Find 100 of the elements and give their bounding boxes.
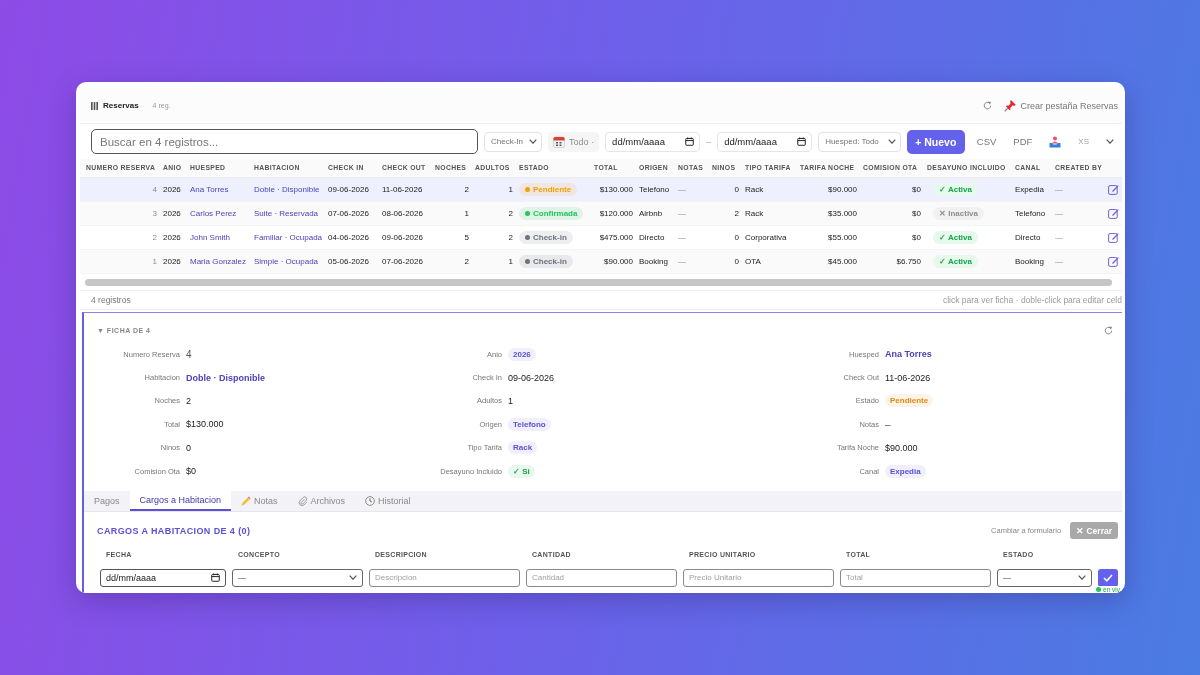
input-field[interactable]: Precio Unitario [683,568,834,587]
table-link[interactable]: Suite · Reservada [254,208,319,218]
table-row[interactable]: 2 2026 John Smith Familiar · Ocupada 04-06-2026 09-06-2026 5 2 Check-in $475.000 Directo — 0 Corporativa $55.000 $0 ✓ Activa Directo — [80,225,1122,249]
table-cell: — [675,177,709,201]
field-value: 2026 [508,347,536,361]
table-cell: 2026 [160,249,187,273]
hint-text: click para ver ficha · doble-click para editar celd [942,294,1122,305]
table-cell: 0 [709,177,742,201]
table-link[interactable]: Simple · Ocupada [254,256,319,266]
table-cell: 5 [432,225,472,249]
table-cell: 2 [472,201,516,225]
field-value: 4 [186,348,192,360]
table-cell: 0 [709,225,742,249]
confirm-button[interactable] [1098,568,1118,587]
refresh-icon[interactable] [1104,326,1113,335]
table-cell: 4 [80,177,160,201]
field-value: 09-06-2026 [508,372,555,383]
chevron-down-icon[interactable] [1106,139,1114,144]
table-cell: 2 [80,225,160,249]
select-field[interactable]: — [997,568,1092,587]
paperclip-icon [297,495,308,506]
table-link[interactable]: Ana Torres [190,184,229,194]
create-tab-button[interactable]: Crear pestaña Reservas [1004,99,1118,112]
table-cell: 2026 [160,177,187,201]
table-cell: 09-06-2026 [325,177,379,201]
export-button[interactable]: CSV [968,129,1005,154]
table-cell: $35.000 [797,201,860,225]
table-cell: Directo [1012,225,1052,249]
edit-icon[interactable] [1108,183,1119,195]
table-link[interactable]: John Smith [190,232,231,242]
table-cell: — [675,225,709,249]
breakfast-status: ✓ Activa [933,230,978,244]
pencil-icon [241,495,252,506]
record-count: 4 registros [91,294,131,305]
field-value: 2 [186,395,191,406]
table-cell: 2 [709,201,742,225]
table-link[interactable]: Maria Gonzalez [190,256,247,266]
table-row[interactable]: 4 2026 Ana Torres Doble · Disponible 09-06-2026 11-06-2026 2 1 Pendiente $130.000 Telefono — 0 Rack $90.000 $0 ✓ Activa Expedia — [80,177,1122,201]
status-text: Check-in [533,232,567,242]
table-cell: — [675,249,709,273]
range-separator: – [706,136,712,147]
field-value: Expedia [885,464,926,478]
list-title: Reservas [103,101,139,110]
table-row[interactable]: 3 2026 Carlos Perez Suite · Reservada 07-06-2026 08-06-2026 1 2 Confirmada $120.000 Airbnb — 2 Rack $35.000 $0 ✕ Inactiva Telefono — [80,201,1122,225]
table-link[interactable]: Familiar · Ocupada [254,232,323,242]
table-cell: 0 [709,249,742,273]
breakfast-status: ✓ Activa [933,182,978,196]
calendar-icon [211,573,220,583]
status-text: Confirmada [533,208,578,218]
refresh-icon[interactable] [983,101,993,110]
field-link[interactable]: Ana Torres [885,349,932,360]
input-field[interactable]: Cantidad [526,568,677,587]
date-field[interactable]: dd/mm/aaaa [100,568,226,587]
table-cell: 2 [472,225,516,249]
field-value: Rack [508,441,538,455]
field-value: $130.000 [186,419,224,430]
table-row[interactable]: 1 2026 Maria Gonzalez Simple · Ocupada 05-06-2026 07-06-2026 2 1 Check-in $90.000 Booking — 0 OTA $45.000 $6.750 ✓ Activa Booking — [80,249,1122,273]
table-cell: 11-06-2026 [379,177,432,201]
table-cell: 1 [472,177,516,201]
input-field[interactable]: Descripcion [369,568,520,587]
select-field[interactable]: — [232,568,363,587]
chevron-down-icon [349,575,357,581]
field-link[interactable]: Doble · Disponible [186,372,265,383]
field-value: $90.000 [885,442,918,453]
table-cell: 2 [432,177,472,201]
table-cell: $90.000 [797,177,860,201]
table-cell: 07-06-2026 [325,201,379,225]
table-cell: OTA [742,249,797,273]
table-cell: $90.000 [591,249,636,273]
new-button[interactable]: + Nuevo [906,129,965,154]
table-cell: Booking [636,249,675,273]
tab[interactable]: Cargos a Habitacion [129,490,232,511]
tray-icon[interactable] [1049,135,1062,148]
table-cell: 1 [80,249,160,273]
search-field[interactable]: Buscar en 4 registros... [91,129,478,154]
chevron-down-icon [887,139,896,144]
table-cell: Corporativa [742,225,797,249]
table-cell: Rack [742,177,797,201]
table-cell: $0 [860,225,924,249]
table-cell: 2026 [160,225,187,249]
edit-icon[interactable] [1108,207,1119,219]
input-field[interactable]: Total [840,568,991,587]
export-button[interactable]: PDF [1005,129,1041,154]
section-title: CARGOS A HABITACION DE 4 (0) [97,525,251,536]
table-cell: $55.000 [797,225,860,249]
breakfast-status: ✕ Inactiva [933,206,984,220]
guest-filter-select[interactable]: Huesped: Todo [818,131,901,152]
table-link[interactable]: Doble · Disponible [254,184,320,194]
horizontal-scrollbar[interactable] [85,278,1112,286]
table-cell: $120.000 [591,201,636,225]
edit-icon[interactable] [1108,231,1119,243]
date-column-select[interactable]: Check-In [484,131,543,152]
field-value: Pendiente [885,394,934,408]
table-cell: Airbnb [636,201,675,225]
edit-icon[interactable] [1108,255,1119,267]
table-link[interactable]: Carlos Perez [190,208,237,218]
status-text: Pendiente [533,184,572,194]
field-value: $0 [186,466,196,477]
table-cell: $475.000 [591,225,636,249]
table-cell: $0 [860,177,924,201]
